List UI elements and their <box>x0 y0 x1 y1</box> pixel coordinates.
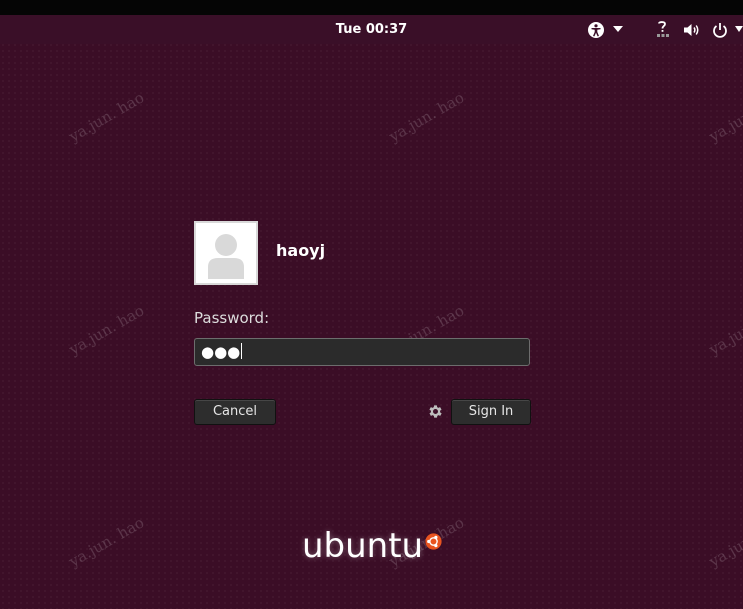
password-field[interactable]: ●●● <box>194 338 530 366</box>
watermark: ya.jun. hao <box>66 301 148 359</box>
watermark: ya.jun. hao <box>706 88 743 146</box>
sign-in-button[interactable]: Sign In <box>451 399 531 425</box>
password-value-wrap: ●●● <box>201 341 243 363</box>
network-unknown-icon[interactable] <box>655 21 671 39</box>
watermark: ya.jun. hao <box>66 513 148 571</box>
watermark: ya.jun. hao <box>706 301 743 359</box>
password-dots: ●●● <box>201 343 241 361</box>
volume-icon[interactable] <box>683 21 701 39</box>
top-bar: Tue 00:37 <box>0 0 743 44</box>
watermark: ya.jun. hao <box>386 88 468 146</box>
ubuntu-circle-of-friends-icon <box>425 533 442 550</box>
accessibility-icon[interactable] <box>587 21 605 39</box>
cancel-button[interactable]: Cancel <box>194 399 276 425</box>
user-avatar <box>194 221 258 285</box>
watermark: ya.jun. hao <box>66 88 148 146</box>
gear-icon[interactable] <box>427 403 444 420</box>
chevron-down-icon[interactable] <box>613 26 623 32</box>
ubuntu-logo: ubuntu <box>302 526 424 566</box>
watermark: ya.jun. hao <box>706 513 743 571</box>
text-cursor <box>241 343 243 359</box>
username-label: haoyj <box>276 241 326 260</box>
clock[interactable]: Tue 00:37 <box>0 22 743 37</box>
password-label: Password: <box>194 309 270 327</box>
chevron-down-icon[interactable] <box>735 26 743 32</box>
power-icon[interactable] <box>712 21 728 39</box>
user-icon <box>208 234 244 279</box>
